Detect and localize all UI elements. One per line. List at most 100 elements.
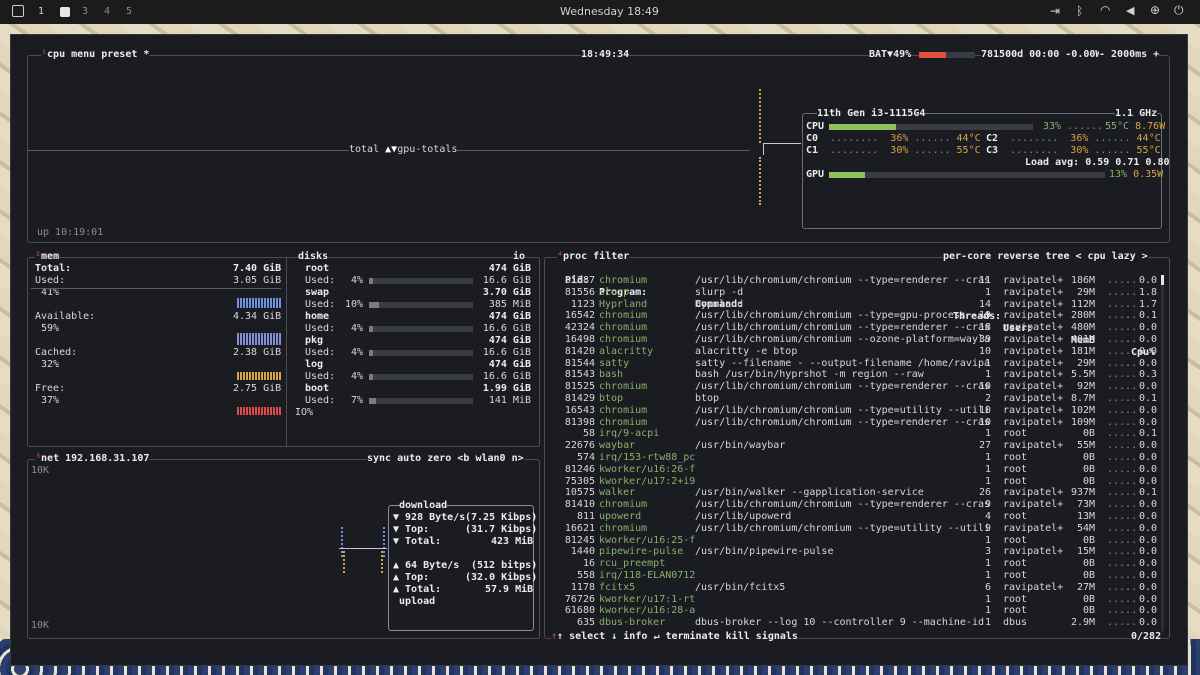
cpu-cell: 0.3 — [1138, 369, 1157, 381]
iface-next[interactable]: n> — [512, 453, 524, 464]
battery-meter — [919, 52, 975, 58]
filter-button[interactable]: filter — [593, 251, 629, 262]
disk-used-label: Used: — [305, 347, 336, 358]
table-row[interactable]: 81246 kworker/u16:26-f 1 root 0B..... 0.0 — [551, 464, 1157, 476]
power-icon[interactable]: ⏻ — [1174, 3, 1184, 18]
disk-meter — [369, 374, 473, 380]
info-button[interactable]: info ↵ — [623, 631, 659, 642]
logout-icon[interactable]: ⇥ — [1050, 4, 1060, 18]
disk-used-label: Used: — [305, 299, 336, 310]
update-interval[interactable]: - 2000ms + — [1099, 49, 1160, 61]
net-ul-total: 57.9 MiB — [485, 584, 534, 595]
table-row[interactable]: 16542 chromium/usr/lib/chromium/chromium … — [551, 310, 1157, 322]
tree-toggle[interactable]: tree — [1045, 251, 1069, 262]
table-row[interactable]: 75305 kworker/u17:2+i9 1 root 0B..... 0.0 — [551, 476, 1157, 488]
preset-button[interactable]: preset * — [101, 49, 149, 60]
workspace-4[interactable]: 4 — [104, 6, 110, 18]
select-button[interactable]: ↑ select ↓ — [557, 631, 617, 642]
auto-toggle[interactable]: auto — [397, 453, 421, 464]
net-ip: 192.168.31.107 — [65, 453, 150, 464]
disks-header[interactable]: disks — [298, 251, 329, 263]
table-row[interactable]: 16 rcu_preempt 1 root 0B..... 0.0 — [551, 558, 1157, 570]
sync-toggle[interactable]: sync — [367, 453, 391, 464]
table-row[interactable]: 81398 chromium/usr/lib/chromium/chromium … — [551, 416, 1157, 429]
signals-button[interactable]: signals — [756, 631, 798, 642]
cpu-cell: 0.0 — [1138, 322, 1157, 334]
program-cell: kworker/u16:28-a — [599, 605, 696, 617]
sort-selector[interactable]: < cpu lazy > — [1076, 251, 1148, 262]
table-row[interactable]: 81543 bash bash /usr/bin/hyprshot -m regio… — [551, 369, 1157, 381]
zero-button[interactable]: zero — [427, 453, 451, 464]
cpu-cell: 0.0 — [1138, 452, 1157, 463]
table-row[interactable]: 81420 alacritty alacritty -e btop 10 ravipat… — [551, 346, 1157, 358]
disk-used-pct: 10% — [344, 299, 363, 310]
table-row[interactable]: 1178 fcitx5/usr/bin/fcitx5 6 ravipatel+ 27M.… — [551, 582, 1157, 594]
user-cell: root — [1003, 534, 1028, 546]
workspace-5[interactable]: 5 — [126, 6, 132, 18]
pid-cell: 811 — [576, 511, 595, 522]
table-row[interactable]: 10575 walker/usr/bin/walker --gapplicatio… — [551, 487, 1157, 499]
proc-table-header: Pid: Program: Command: Threads: User: Me… — [551, 263, 1155, 358]
table-row[interactable]: 1440 pipewire-pulse/usr/bin/pipewire-puls… — [551, 546, 1157, 558]
cpu-label: CPU — [806, 121, 825, 132]
pid-cell: 1440 — [570, 546, 595, 558]
mem-cell: 0B — [1082, 534, 1095, 546]
table-row[interactable]: 574 irq/153-rtw88_pc 1 root 0B..... 0.0 — [551, 452, 1157, 464]
table-row[interactable]: 81410 chromium/usr/lib/chromium/chromium … — [551, 499, 1157, 511]
table-row[interactable]: 81387 chromium/usr/lib/chromium/chromium … — [551, 275, 1157, 287]
table-row[interactable]: 42324 chromium/usr/lib/chromium/chromium … — [551, 322, 1157, 334]
table-row[interactable]: 81556 slurp slurp -d 1 ravipatel+ 29M..... 1.8 — [551, 287, 1157, 299]
workspace-1[interactable]: 1 — [38, 6, 44, 18]
gpu-totals-button[interactable]: gpu-totals — [397, 144, 457, 155]
cpu-cell: 0.1 — [1138, 428, 1157, 440]
launcher-icon[interactable] — [12, 5, 24, 17]
workspace-3[interactable]: 3 — [82, 6, 88, 18]
user-cell: root — [1003, 452, 1028, 463]
kill-button[interactable]: kill — [726, 631, 750, 642]
table-row[interactable]: 81544 satty satty --filename - --output-fi… — [551, 358, 1157, 370]
proc-scrollbar[interactable] — [1161, 275, 1164, 631]
table-row[interactable]: 811 upowerd/usr/lib/upowerd 4 root 13M..... 0… — [551, 511, 1157, 523]
globe-icon[interactable]: ⊕ — [1150, 3, 1160, 17]
table-row[interactable]: 81245 kworker/u16:25-f 1 root 0B..... 0.0 — [551, 534, 1157, 547]
table-row[interactable]: 16543 chromium/usr/lib/chromium/chromium … — [551, 404, 1157, 417]
disk-used-pct: 4% — [350, 347, 363, 358]
user-cell: ravipatel+ — [1003, 416, 1064, 428]
cpu-cell: 0.0 — [1138, 570, 1157, 581]
wifi-icon[interactable]: ◠ — [1100, 3, 1110, 17]
program-cell: chromium — [599, 381, 648, 393]
table-row[interactable]: 22676 waybar/usr/bin/waybar 27 ravipatel+ 55… — [551, 440, 1157, 452]
io-toggle[interactable]: io — [513, 251, 526, 263]
table-row[interactable]: 16621 chromium/usr/lib/chromium/chromium … — [551, 522, 1157, 535]
user-cell: ravipatel+ — [1003, 522, 1064, 534]
user-cell: root — [1003, 428, 1028, 440]
reverse-toggle[interactable]: reverse — [997, 251, 1039, 262]
workspace-active-icon[interactable] — [60, 7, 70, 17]
table-row[interactable]: 1123 Hyprland Hyprland 14 ravipatel+ 112M....… — [551, 299, 1157, 311]
cpu-cell: 0.1 — [1138, 487, 1157, 499]
volume-icon[interactable]: ◀ — [1126, 4, 1134, 17]
table-row[interactable]: 81429 btop btop 2 ravipatel+ 8.7M..... 0.1 — [551, 393, 1157, 405]
table-row[interactable]: 16498 chromium/usr/lib/chromium/chromium … — [551, 334, 1157, 346]
disk-4-usage: Used: 4% 16.6 GiB — [305, 371, 531, 383]
table-row[interactable]: 558 irq/118-ELAN0712 1 root 0B..... 0.0 — [551, 570, 1157, 582]
threads-cell: 1 — [984, 369, 991, 381]
pid-cell: 16543 — [564, 404, 595, 416]
clock[interactable]: Wednesday 18:49 — [560, 5, 659, 18]
btop-terminal[interactable]: ¹cpu menu preset * 18:49:34 BAT▼49% 7815… — [10, 34, 1188, 666]
terminate-button[interactable]: terminate — [665, 631, 719, 642]
table-row[interactable]: 635 dbus-broker dbus-broker --log 10 --con… — [551, 617, 1157, 629]
iface-prev[interactable]: <b — [457, 453, 469, 464]
cpu-cell: 0.0 — [1138, 463, 1157, 475]
menu-button[interactable]: menu — [71, 49, 95, 60]
mem-cell: 92M — [1076, 381, 1095, 393]
table-row[interactable]: 76726 kworker/u17:1-rt 1 root 0B..... 0.0 — [551, 594, 1157, 606]
bluetooth-icon[interactable]: ᛒ — [1076, 4, 1083, 18]
percore-toggle[interactable]: per-core — [943, 251, 991, 262]
user-cell: ravipatel+ — [1003, 487, 1064, 499]
table-row[interactable]: 58 irq/9-acpi 1 root 0B..... 0.1 — [551, 428, 1157, 440]
table-row[interactable]: 81525 chromium/usr/lib/chromium/chromium … — [551, 381, 1157, 393]
cpu-title[interactable]: cpu — [47, 49, 65, 60]
table-row[interactable]: 61680 kworker/u16:28-a 1 root 0B..... 0.0 — [551, 605, 1157, 617]
disk-name: log — [305, 359, 324, 370]
